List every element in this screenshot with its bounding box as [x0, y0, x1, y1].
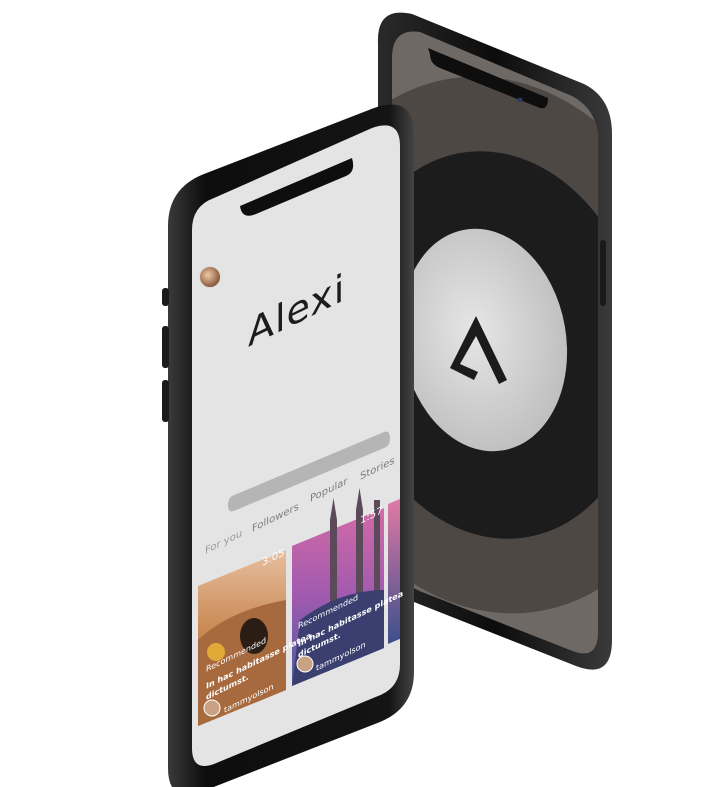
volume-up-button — [162, 326, 169, 368]
video-card-3 — [388, 498, 400, 644]
front-phone — [162, 104, 414, 787]
volume-down-button — [162, 380, 169, 422]
mute-switch — [162, 288, 169, 306]
mockup-stage: Alexi For you Followers Popular Stories … — [0, 0, 720, 787]
profile-avatar[interactable] — [199, 266, 221, 288]
author-avatar-1 — [203, 699, 221, 717]
